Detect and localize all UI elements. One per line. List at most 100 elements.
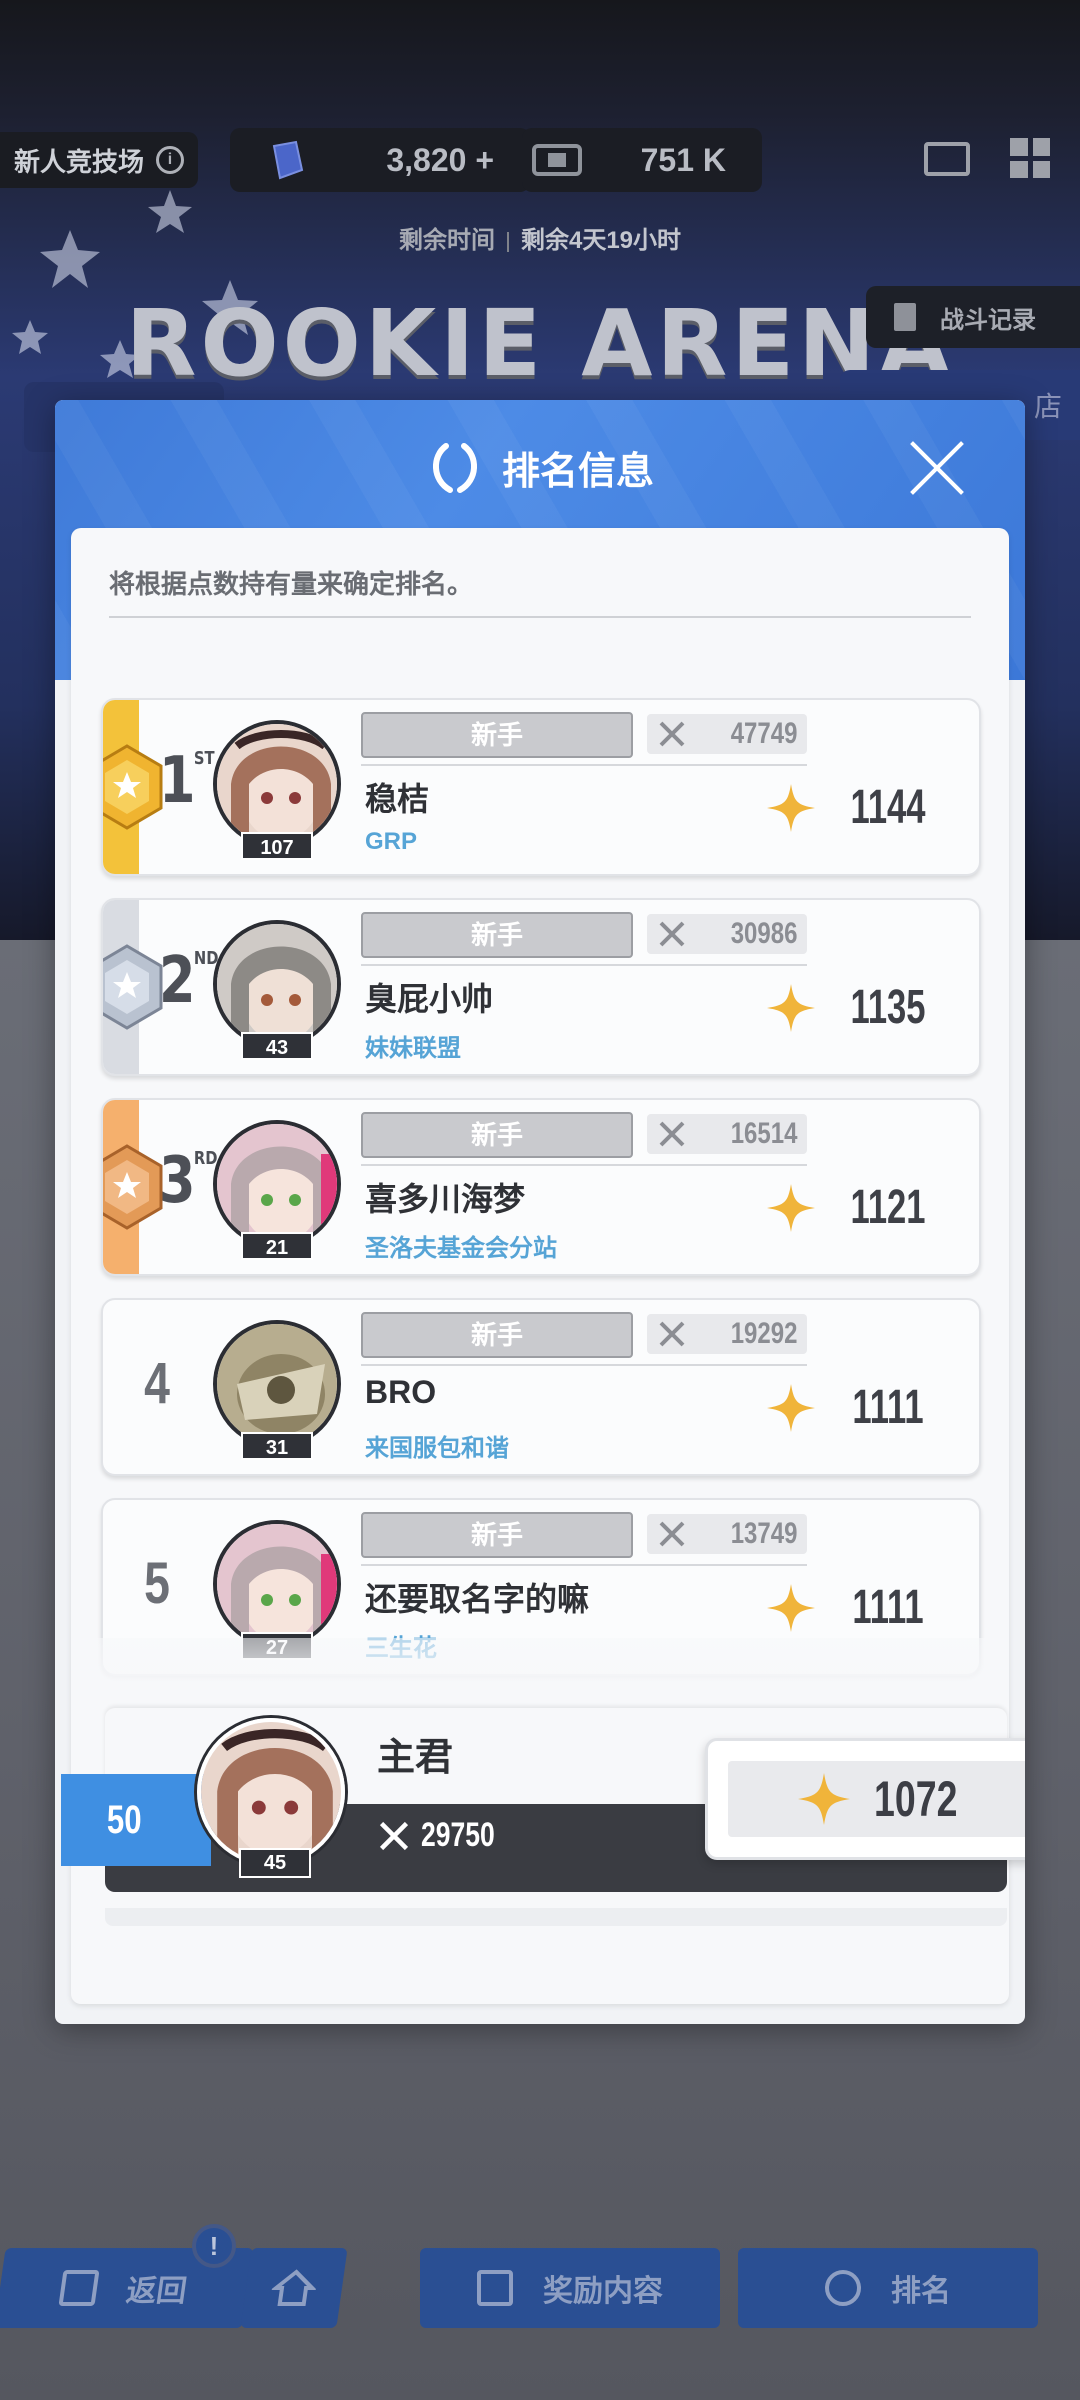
player-points: 1111	[852, 1581, 924, 1634]
ranking-row-3[interactable]: 3RD 21 新手 16514 喜多川海梦 圣洛夫基金会分站 1121	[101, 1098, 981, 1276]
crossed-swords-icon	[659, 721, 685, 747]
chest-icon	[477, 2270, 513, 2306]
star-point-icon	[767, 1584, 815, 1632]
guild-name: GRP	[365, 828, 418, 855]
gem-currency[interactable]: 3,820 +	[230, 128, 530, 192]
player-level: 43	[241, 1032, 313, 1060]
my-rank-card: 50 45 主君 29750 1072	[61, 1708, 1025, 1892]
combat-power: 30986	[647, 914, 807, 954]
crossed-swords-icon	[379, 1821, 409, 1850]
player-points: 1111	[852, 1381, 924, 1434]
star-point-icon	[767, 784, 815, 832]
gem-icon	[272, 140, 304, 180]
gold-medal-icon	[103, 744, 163, 830]
modal-title: 排名信息	[501, 450, 654, 493]
battle-record-button[interactable]: 战斗记录	[866, 286, 1080, 348]
player-points: 1144	[850, 781, 926, 834]
combat-power: 47749	[647, 714, 807, 754]
avatar[interactable]	[213, 1520, 341, 1648]
rank-number: 4	[144, 1351, 170, 1416]
player-name: 臭屁小帅	[365, 981, 494, 1017]
crossed-swords-icon	[659, 1321, 685, 1347]
guild-name: 来国服包和谐	[365, 1435, 509, 1462]
tier-badge: 新手	[361, 1512, 633, 1558]
avatar[interactable]	[213, 720, 341, 848]
mail-icon[interactable]	[924, 142, 970, 176]
player-name: 稳桔	[365, 781, 430, 817]
bronze-medal-icon	[103, 1144, 163, 1230]
home-icon	[270, 2269, 317, 2306]
player-points: 1135	[850, 981, 926, 1034]
combat-power: 16514	[647, 1114, 807, 1154]
arena-name: 新人竞技场	[14, 146, 145, 177]
tier-badge: 新手	[361, 912, 633, 958]
menu-grid-icon[interactable]	[1010, 138, 1050, 178]
my-avatar[interactable]	[197, 1718, 345, 1866]
avatar[interactable]	[213, 1120, 341, 1248]
rank-number: 5	[144, 1551, 170, 1616]
modal-title-bar: 排名信息	[55, 438, 1025, 496]
top-bar: 新人竞技场 i 3,820 + 751 K	[0, 124, 1080, 194]
my-combat-power: 29750	[377, 1816, 516, 1855]
avatar[interactable]	[213, 920, 341, 1048]
player-level: 107	[241, 832, 313, 860]
remaining-time-value: 剩余4天19小时	[520, 227, 682, 254]
remaining-time: 剩余时间 剩余4天19小时	[0, 220, 1080, 255]
guild-name: 圣洛夫基金会分站	[365, 1235, 557, 1262]
avatar[interactable]	[213, 1320, 341, 1448]
info-icon[interactable]: i	[156, 146, 185, 174]
rank-button[interactable]: 排名	[738, 2248, 1038, 2328]
ranking-list[interactable]: 1ST 107 新手 47749 稳桔 GRP 1144 2ND 43 新手 3…	[71, 688, 1009, 1698]
my-points: 1072	[874, 1771, 958, 1827]
player-level: 31	[241, 1432, 313, 1460]
rank-number: 1ST	[159, 744, 215, 818]
reward-label: 奖励内容	[543, 2275, 663, 2308]
divider	[361, 1564, 807, 1566]
rank-label: 排名	[891, 2275, 951, 2308]
document-icon	[894, 303, 916, 331]
my-level: 45	[239, 1848, 311, 1878]
star-point-icon	[767, 984, 815, 1032]
medal-icon	[825, 2270, 861, 2306]
my-rank-number: 50	[61, 1774, 211, 1866]
player-name: 还要取名字的嘛	[365, 1581, 590, 1617]
ranking-info-modal: 排名信息 将根据点数持有量来确定排名。 1ST 107 新手 47749 稳桔 …	[55, 400, 1025, 2024]
credit-currency[interactable]: 751 K	[522, 128, 762, 192]
ranking-row-2[interactable]: 2ND 43 新手 30986 臭屁小帅 妹妹联盟 1135	[101, 898, 981, 1076]
arena-name-tag[interactable]: 新人竞技场 i	[0, 132, 199, 188]
divider	[361, 1364, 807, 1366]
crossed-swords-icon	[659, 1521, 685, 1547]
combat-power: 13749	[647, 1514, 807, 1554]
my-name: 主君	[377, 1737, 454, 1779]
tier-badge: 新手	[361, 1112, 633, 1158]
combat-power: 19292	[647, 1314, 807, 1354]
ranking-description: 将根据点数持有量来确定排名。	[109, 569, 474, 599]
remaining-time-label: 剩余时间	[398, 227, 495, 254]
ranking-row-1[interactable]: 1ST 107 新手 47749 稳桔 GRP 1144	[101, 698, 981, 876]
player-name: BRO	[365, 1374, 437, 1410]
rank-number: 3RD	[159, 1144, 218, 1218]
tier-badge: 新手	[361, 1312, 633, 1358]
player-points: 1121	[850, 1181, 926, 1234]
ranking-row-4[interactable]: 4 31 新手 19292 BRO 来国服包和谐 1111	[101, 1298, 981, 1476]
battle-record-label: 战斗记录	[940, 306, 1036, 334]
exit-icon	[58, 2270, 100, 2306]
player-name: 喜多川海梦	[365, 1181, 526, 1217]
player-level: 21	[241, 1232, 313, 1260]
back-label: 返回	[124, 2275, 189, 2308]
crossed-swords-icon	[659, 921, 685, 947]
divider	[361, 764, 807, 766]
silver-medal-icon	[103, 944, 163, 1030]
reward-button[interactable]: 奖励内容	[420, 2248, 720, 2328]
home-button[interactable]	[240, 2248, 348, 2328]
divider	[361, 964, 807, 966]
divider	[361, 1164, 807, 1166]
star-point-icon	[798, 1773, 850, 1825]
alert-icon: !	[192, 2224, 236, 2268]
close-icon[interactable]	[907, 438, 967, 498]
guild-name: 妹妹联盟	[365, 1035, 461, 1062]
star-point-icon	[767, 1384, 815, 1432]
rank-number: 2ND	[159, 944, 219, 1018]
bottom-navigation: 返回 ! 奖励内容 排名	[0, 2224, 1080, 2332]
credit-value: 751 K	[640, 141, 726, 178]
